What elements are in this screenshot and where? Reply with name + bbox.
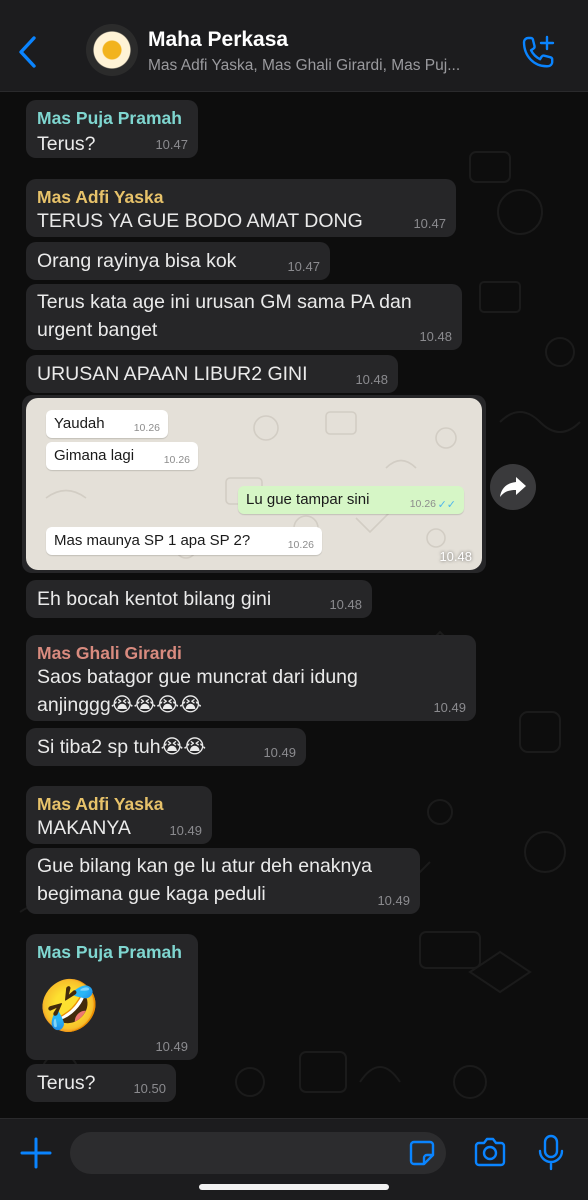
- message-list[interactable]: Mas Puja Pramah Terus? 10.47 Mas Adfi Ya…: [0, 92, 588, 1118]
- message-bubble[interactable]: Eh bocah kentot bilang gini 10.48: [26, 580, 372, 618]
- message-text-line: urgent banget: [37, 319, 158, 341]
- message-time: 10.50: [133, 1081, 166, 1096]
- sender-name[interactable]: Mas Ghali Girardi: [37, 643, 182, 664]
- message-time: 10.49: [155, 1039, 188, 1054]
- message-text-line: Saos batagor gue muncrat dari idung: [37, 666, 358, 688]
- quoted-text: Yaudah: [54, 415, 105, 432]
- message-text: Si tiba2 sp tuh😭😭: [37, 736, 207, 758]
- quoted-text: Lu gue tampar sini: [246, 491, 370, 508]
- message-time: 10.48: [355, 372, 388, 387]
- message-text: MAKANYA: [37, 817, 131, 839]
- message-text-line: begimana gue kaga peduli: [37, 883, 266, 905]
- message-bubble[interactable]: Mas Puja Pramah 🤣 10.49: [26, 934, 198, 1060]
- group-members-subtitle[interactable]: Mas Adfi Yaska, Mas Ghali Girardi, Mas P…: [148, 57, 508, 75]
- message-time: 10.47: [287, 259, 320, 274]
- camera-icon[interactable]: [472, 1136, 508, 1170]
- quoted-time: 10.26: [163, 454, 190, 466]
- forward-arrow-icon: [500, 477, 526, 497]
- quoted-time: 10.26: [133, 422, 160, 434]
- message-time: 10.48: [439, 549, 472, 564]
- message-text: URUSAN APAAN LIBUR2 GINI: [37, 363, 308, 385]
- message-input[interactable]: [70, 1132, 446, 1174]
- message-text: Terus?: [37, 133, 96, 155]
- message-time: 10.49: [377, 893, 410, 908]
- message-bubble[interactable]: Mas Adfi Yaska MAKANYA 10.49: [26, 786, 212, 844]
- message-text-line: anjinggg😭😭😭😭: [37, 694, 202, 716]
- screenshot-image[interactable]: Yaudah 10.26 Gimana lagi 10.26 Lu gue ta…: [26, 398, 482, 570]
- sender-name[interactable]: Mas Adfi Yaska: [37, 187, 163, 208]
- message-time: 10.47: [413, 216, 446, 231]
- message-text: Orang rayinya bisa kok: [37, 250, 237, 272]
- sender-name[interactable]: Mas Adfi Yaska: [37, 794, 163, 815]
- sender-name[interactable]: Mas Puja Pramah: [37, 108, 182, 129]
- message-time: 10.48: [419, 329, 452, 344]
- group-avatar[interactable]: [86, 24, 138, 76]
- home-indicator: [199, 1184, 389, 1190]
- message-text-line: Gue bilang kan ge lu atur deh enaknya: [37, 855, 372, 877]
- sticker-icon[interactable]: [408, 1139, 436, 1167]
- quoted-text: Gimana lagi: [54, 447, 135, 464]
- message-time: 10.49: [169, 823, 202, 838]
- message-text: Terus?: [37, 1072, 96, 1094]
- message-time: 10.48: [329, 597, 362, 612]
- message-time: 10.49: [433, 700, 466, 715]
- message-bubble[interactable]: Mas Ghali Girardi Saos batagor gue muncr…: [26, 635, 476, 721]
- phone-plus-icon[interactable]: [518, 34, 558, 70]
- chat-header: Maha Perkasa Mas Adfi Yaska, Mas Ghali G…: [0, 0, 588, 92]
- message-bubble[interactable]: Si tiba2 sp tuh😭😭 10.49: [26, 728, 306, 766]
- message-time: 10.47: [155, 137, 188, 152]
- group-title[interactable]: Maha Perkasa: [148, 28, 288, 52]
- sender-name[interactable]: Mas Puja Pramah: [37, 942, 182, 963]
- quoted-text: Mas maunya SP 1 apa SP 2?: [54, 532, 251, 549]
- read-ticks-icon: ✓✓: [437, 499, 456, 511]
- quoted-bubble: Gimana lagi 10.26: [46, 442, 198, 470]
- message-bubble[interactable]: Terus? 10.50: [26, 1064, 176, 1102]
- quoted-bubble: Mas maunya SP 1 apa SP 2? 10.26: [46, 527, 322, 555]
- message-bubble[interactable]: Gue bilang kan ge lu atur deh enaknya be…: [26, 848, 420, 914]
- message-time: 10.49: [263, 745, 296, 760]
- quoted-bubble-outgoing: Lu gue tampar sini 10.26 ✓✓: [238, 486, 464, 514]
- plus-icon[interactable]: [16, 1133, 56, 1173]
- message-text: TERUS YA GUE BODO AMAT DONG: [37, 210, 363, 232]
- message-bubble[interactable]: Mas Puja Pramah Terus? 10.47: [26, 100, 198, 158]
- message-bubble[interactable]: URUSAN APAAN LIBUR2 GINI 10.48: [26, 355, 398, 393]
- microphone-icon[interactable]: [536, 1133, 566, 1173]
- message-bubble[interactable]: Orang rayinya bisa kok 10.47: [26, 242, 330, 280]
- back-chevron-icon[interactable]: [12, 32, 48, 72]
- emoji-message: 🤣: [38, 978, 101, 1034]
- message-text: Eh bocah kentot bilang gini: [37, 588, 272, 610]
- message-text-line: Terus kata age ini urusan GM sama PA dan: [37, 291, 412, 313]
- quoted-bubble: Yaudah 10.26: [46, 410, 168, 438]
- message-bubble[interactable]: Terus kata age ini urusan GM sama PA dan…: [26, 284, 462, 350]
- forward-button[interactable]: [490, 464, 536, 510]
- message-bubble[interactable]: Mas Adfi Yaska TERUS YA GUE BODO AMAT DO…: [26, 179, 456, 237]
- quoted-time: 10.26: [409, 498, 436, 510]
- quoted-time: 10.26: [287, 539, 314, 551]
